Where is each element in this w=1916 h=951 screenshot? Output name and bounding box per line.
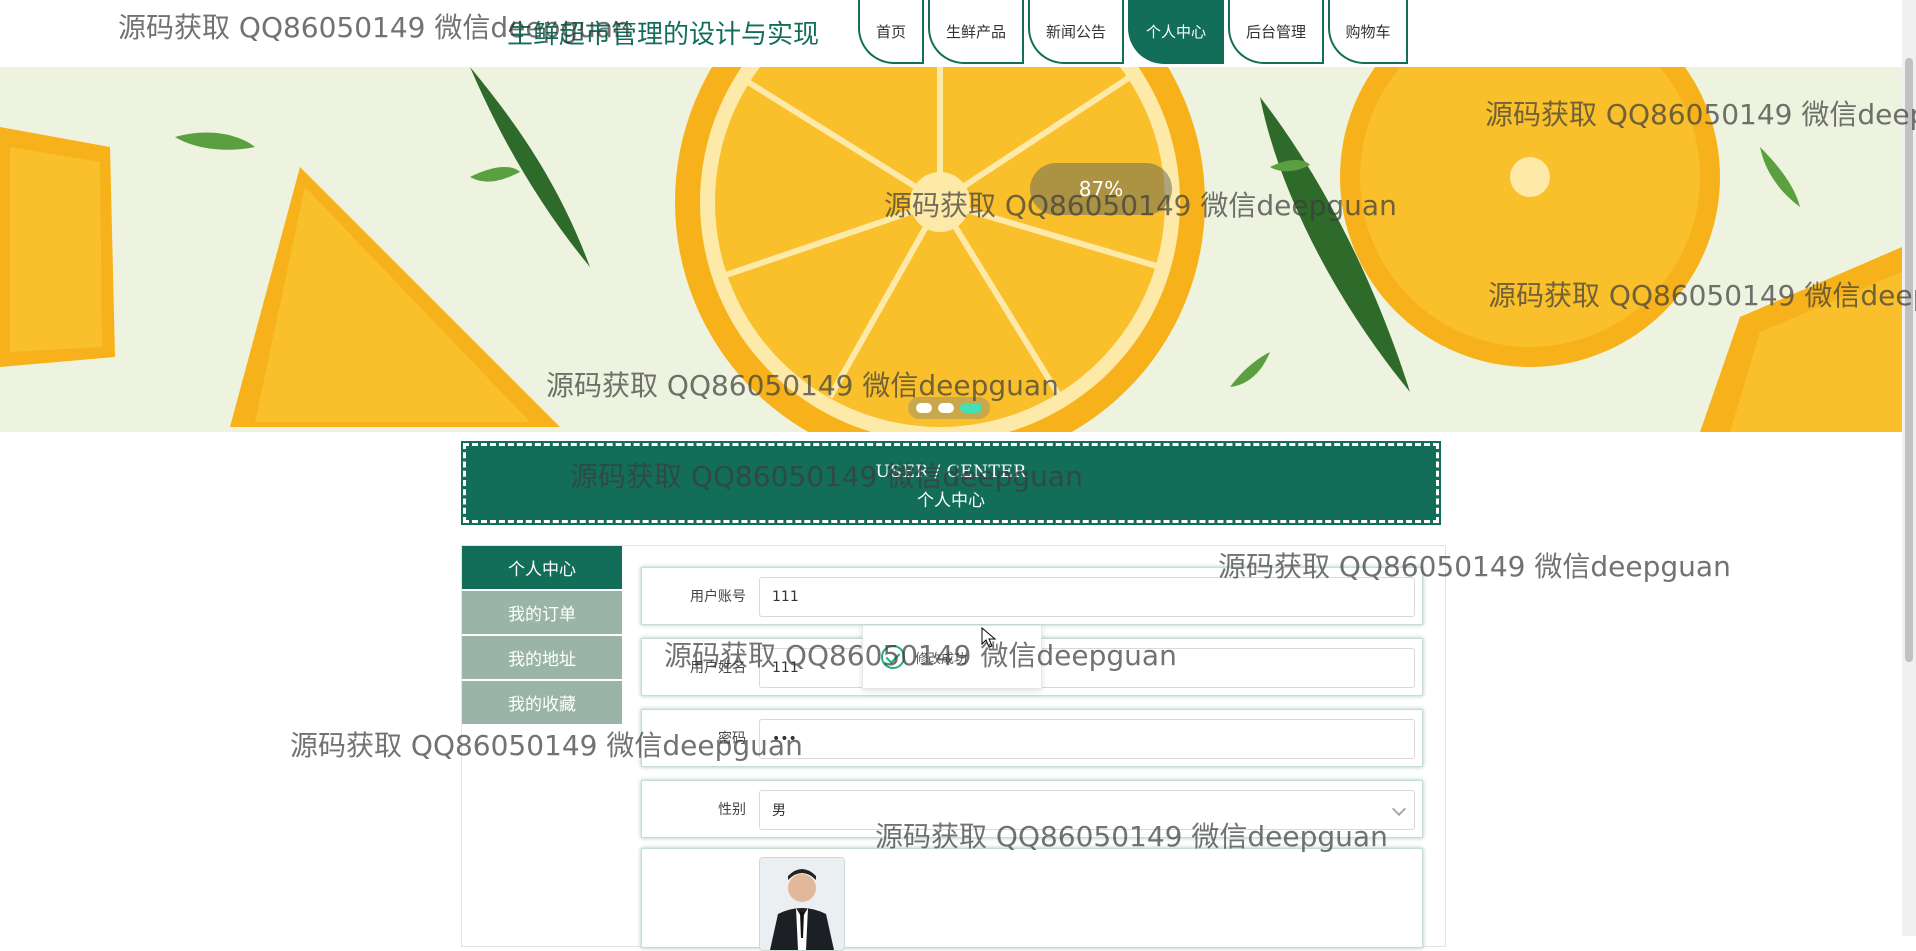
avatar-image[interactable] [759, 857, 845, 951]
main-nav: 首页 生鲜产品 新闻公告 个人中心 后台管理 购物车 [858, 0, 1412, 64]
account-label: 用户账号 [690, 589, 746, 605]
scrollbar-thumb[interactable] [1905, 58, 1913, 662]
sidebar-item-address[interactable]: 我的地址 [462, 636, 622, 679]
toast-message: 修改成功 [915, 651, 968, 667]
form-row-avatar [641, 848, 1423, 951]
form-row-gender: 性别 男 [641, 780, 1423, 838]
name-label: 用户姓名 [690, 660, 746, 676]
nav-products[interactable]: 生鲜产品 [928, 0, 1024, 64]
carousel-dot[interactable] [916, 403, 932, 413]
top-bar: 生鲜超市管理的设计与实现 首页 生鲜产品 新闻公告 个人中心 后台管理 购物车 [0, 0, 1916, 67]
mouse-cursor-icon [981, 627, 997, 648]
gender-select[interactable]: 男 [759, 790, 1415, 830]
section-title-cn: 个人中心 [917, 491, 985, 511]
progress-indicator: 87% [1030, 163, 1172, 215]
password-label: 密码 [718, 731, 746, 747]
carousel-dots [908, 397, 990, 419]
banner-carousel[interactable]: 87% [0, 67, 1902, 432]
nav-admin[interactable]: 后台管理 [1228, 0, 1324, 64]
account-input[interactable]: 111 [759, 577, 1415, 617]
nav-news[interactable]: 新闻公告 [1028, 0, 1124, 64]
carousel-dot[interactable] [938, 403, 954, 413]
sidebar-item-favorites[interactable]: 我的收藏 [462, 681, 622, 724]
gender-selected-value: 男 [772, 803, 786, 819]
form-row-password: 密码 ••• [641, 709, 1423, 767]
sidebar-item-orders[interactable]: 我的订单 [462, 591, 622, 634]
sidebar-item-user-center[interactable]: 个人中心 [462, 546, 622, 589]
person-portrait-icon [760, 858, 844, 950]
nav-user-center[interactable]: 个人中心 [1128, 0, 1224, 64]
check-circle-icon [881, 645, 905, 669]
gender-label: 性别 [718, 802, 746, 818]
form-row-account: 用户账号 111 [641, 567, 1423, 625]
banner-image [0, 67, 1902, 432]
page-scrollbar[interactable] [1902, 0, 1916, 936]
nav-home[interactable]: 首页 [858, 0, 924, 64]
sidebar-menu: 个人中心 我的订单 我的地址 我的收藏 [462, 546, 622, 726]
success-toast: 修改成功 [862, 625, 1042, 689]
site-title: 生鲜超市管理的设计与实现 [507, 20, 820, 50]
password-input[interactable]: ••• [759, 719, 1415, 759]
name-input[interactable]: 111 [759, 648, 1415, 688]
section-header: USER / CENTER 个人中心 [461, 441, 1441, 525]
chevron-down-icon [1391, 801, 1407, 817]
nav-cart[interactable]: 购物车 [1328, 0, 1408, 64]
section-title-en: USER / CENTER [875, 462, 1027, 482]
carousel-dot-active[interactable] [960, 403, 982, 413]
